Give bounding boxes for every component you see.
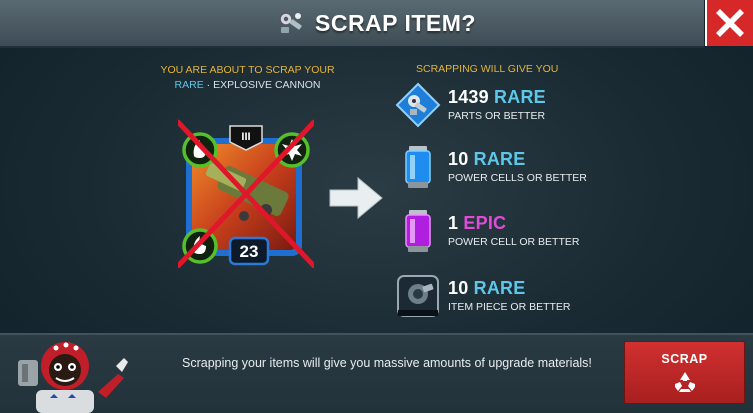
item-rarity: RARE: [174, 79, 204, 91]
reward-amount: 10: [448, 278, 469, 298]
reward-amount: 1439: [448, 87, 489, 107]
page-title: SCRAP ITEM?: [315, 9, 476, 36]
warning-line: YOU ARE ABOUT TO SCRAP YOUR: [160, 64, 335, 76]
item-card: III 23: [175, 118, 317, 269]
scrap-info-message: Scrapping your items will give you massi…: [182, 356, 592, 370]
reward-amount: 10: [448, 149, 469, 169]
reward-description: POWER CELL OR BETTER: [448, 236, 580, 248]
reward-item: 10 RARE ITEM PIECE OR BETTER: [395, 273, 635, 325]
tier-badge-text: III: [241, 131, 250, 143]
level-badge-text: 23: [240, 242, 259, 261]
scrap-button[interactable]: SCRAP: [624, 341, 745, 404]
reward-rarity: EPIC: [463, 213, 507, 233]
scrap-parts-icon: [277, 10, 305, 36]
robot-mascot-icon: [10, 336, 138, 413]
fire-skill-icon: [182, 132, 218, 168]
parts-icon: [395, 82, 441, 128]
reward-description: ITEM PIECE OR BETTER: [448, 301, 571, 313]
reward-description: PARTS OR BETTER: [448, 110, 546, 122]
recycle-icon: [674, 372, 695, 392]
reward-amount: 1: [448, 213, 459, 233]
reward-rarity: RARE: [473, 278, 526, 298]
separator: ·: [203, 79, 214, 91]
reward-rarity: RARE: [494, 87, 546, 107]
header-title-group: SCRAP ITEM?: [0, 0, 753, 46]
explosion-skill-icon: [274, 132, 310, 168]
item-piece-icon: [395, 273, 441, 319]
close-button[interactable]: [705, 0, 753, 46]
reward-item: 1 EPIC POWER CELL OR BETTER: [395, 208, 635, 260]
scrap-button-label: SCRAP: [661, 352, 708, 366]
reward-item: 1439 RARE PARTS OR BETTER: [395, 82, 635, 134]
scrap-warning-text: YOU ARE ABOUT TO SCRAP YOUR RARE · EXPLO…: [140, 63, 355, 93]
item-name: EXPLOSIVE CANNON: [213, 79, 321, 91]
level-badge: 23: [228, 236, 270, 266]
rewards-heading: SCRAPPING WILL GIVE YOU: [416, 63, 559, 75]
close-x-icon: [716, 9, 744, 37]
reward-item: 10 RARE POWER CELLS OR BETTER: [395, 144, 635, 196]
reward-description: POWER CELLS OR BETTER: [448, 172, 587, 184]
reward-rarity: RARE: [473, 149, 526, 169]
arrow-right-icon: [328, 176, 384, 220]
purple-power-cell-icon: [395, 208, 441, 254]
blue-power-cell-icon: [395, 144, 441, 190]
scrap-item-dialog: SCRAP ITEM? YOU ARE ABOUT TO SCRAP YOUR …: [0, 0, 753, 413]
